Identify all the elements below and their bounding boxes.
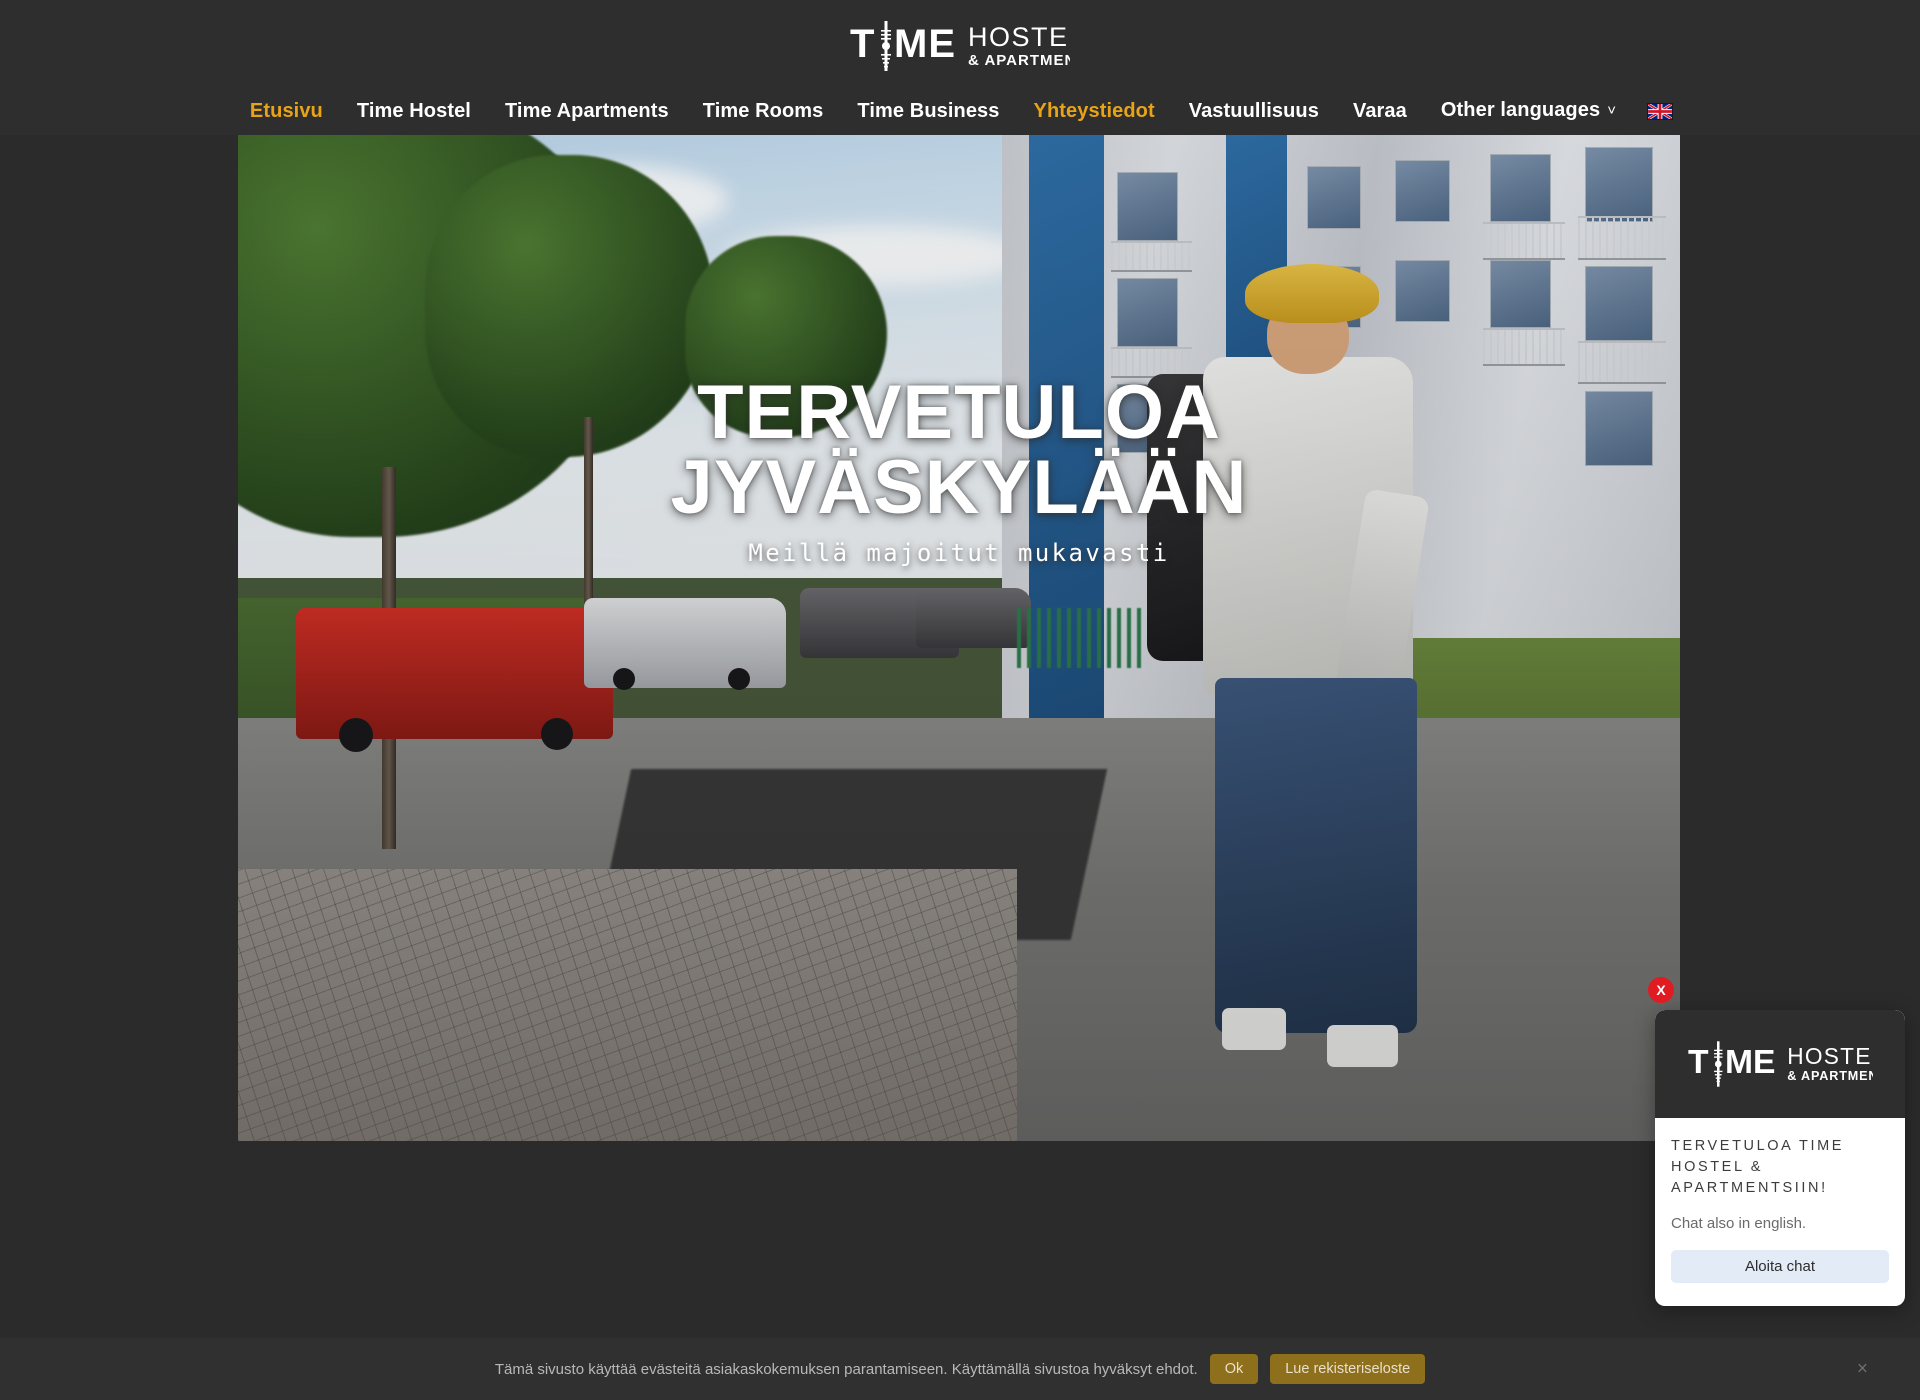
svg-text:ME: ME: [894, 22, 956, 66]
svg-text:ME: ME: [1725, 1044, 1775, 1081]
nav-time-rooms[interactable]: Time Rooms: [686, 97, 841, 125]
nav-time-business[interactable]: Time Business: [840, 97, 1016, 125]
svg-text:HOSTEL: HOSTEL: [1787, 1043, 1873, 1069]
chat-greeting-subtitle: Chat also in english.: [1671, 1215, 1807, 1233]
site-header: T ME HOSTEL & APARTMENTS Etusivu Time Ho…: [0, 0, 1920, 135]
nav-other-languages[interactable]: Other languages ˅: [1424, 96, 1633, 126]
cookie-accept-button[interactable]: Ok: [1209, 1354, 1259, 1384]
cookie-consent-bar: Tämä sivusto käyttää evästeitä asiakasko…: [0, 1338, 1920, 1400]
start-chat-button[interactable]: Aloita chat: [1671, 1250, 1889, 1284]
uk-flag-icon: [1647, 102, 1674, 120]
chat-greeting-title: TERVETULOA TIME HOSTEL & APARTMENTSIIN!: [1671, 1138, 1845, 1197]
nav-time-apartments[interactable]: Time Apartments: [488, 97, 686, 125]
site-logo[interactable]: T ME HOSTEL & APARTMENTS: [850, 16, 1070, 76]
chevron-down-icon: ˅: [1607, 102, 1617, 119]
svg-text:HOSTEL: HOSTEL: [968, 22, 1070, 52]
cookie-message: Tämä sivusto käyttää evästeitä asiakasko…: [494, 1360, 1198, 1378]
nav-etusivu[interactable]: Etusivu: [233, 97, 340, 125]
chat-logo-icon: T ME HOSTEL & APARTMENTS: [1688, 1041, 1873, 1087]
nav-time-hostel[interactable]: Time Hostel: [340, 97, 488, 125]
nav-other-languages-label: Other languages: [1440, 99, 1601, 121]
svg-text:& APARTMENTS: & APARTMENTS: [1787, 1069, 1873, 1083]
svg-text:T: T: [1688, 1044, 1709, 1081]
nav-varaa[interactable]: Varaa: [1336, 97, 1424, 125]
svg-text:& APARTMENTS: & APARTMENTS: [968, 52, 1070, 69]
main-navigation[interactable]: Etusivu Time Hostel Time Apartments Time…: [0, 96, 1920, 126]
chat-widget-header: T ME HOSTEL & APARTMENTS: [1655, 1010, 1905, 1118]
chat-widget[interactable]: T ME HOSTEL & APARTMENTS TERVETULOA TIME…: [1655, 1010, 1905, 1306]
hero-video-banner[interactable]: TERVETULOA JYVÄSKYLÄÄN Meillä majoitut m…: [238, 135, 1680, 1141]
svg-text:T: T: [850, 22, 875, 66]
chat-close-button[interactable]: X: [1648, 977, 1674, 1003]
cookie-policy-button[interactable]: Lue rekisteriseloste: [1270, 1354, 1426, 1384]
nav-vastuullisuus[interactable]: Vastuullisuus: [1172, 97, 1336, 125]
language-switcher[interactable]: [1633, 102, 1687, 120]
cookie-close-icon[interactable]: ×: [1857, 1360, 1868, 1379]
hero-background-image: [238, 135, 1680, 1141]
chat-widget-body: TERVETULOA TIME HOSTEL & APARTMENTSIIN! …: [1655, 1118, 1905, 1284]
nav-yhteystiedot[interactable]: Yhteystiedot: [1017, 97, 1172, 125]
logo-mark-icon: T ME HOSTEL & APARTMENTS: [850, 21, 1070, 71]
